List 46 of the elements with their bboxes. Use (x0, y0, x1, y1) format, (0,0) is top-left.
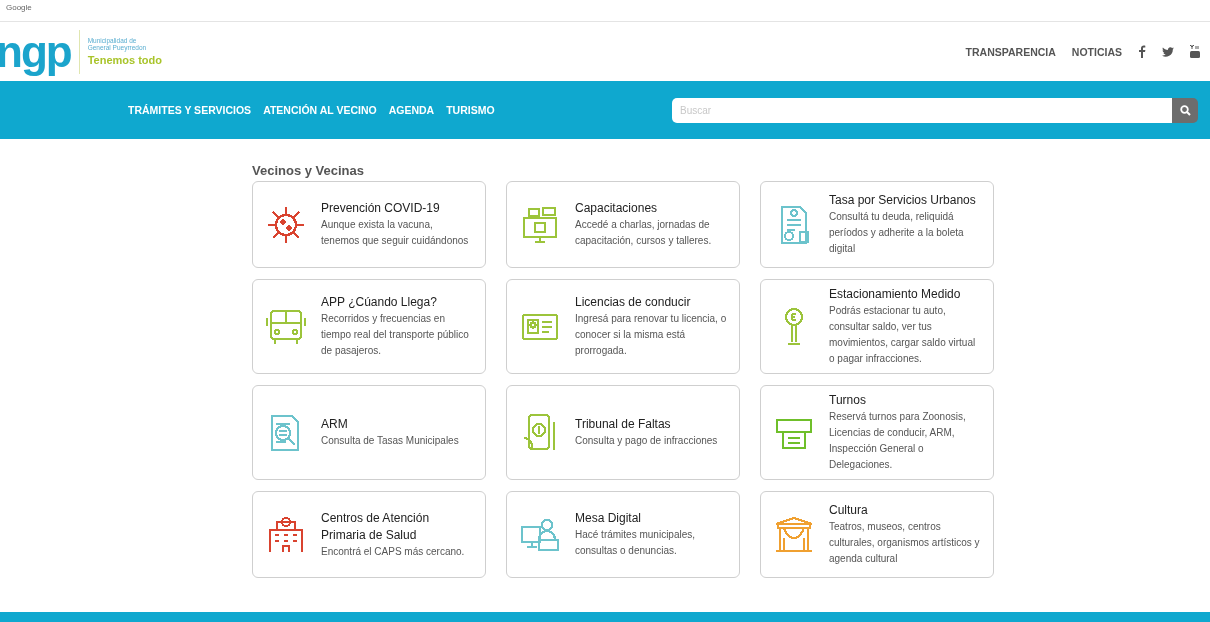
card-title: Capacitaciones (575, 200, 659, 217)
card-title: Centros de Atención Primaria de Salud (321, 509, 431, 544)
card-title: Tribunal de Faltas (575, 416, 672, 433)
card-title: APP ¿Cúando Llega? (321, 294, 438, 311)
service-card[interactable]: Turnos Reservá turnos para Zoonosis, Licencias de conducir, ARM, Inspección General o Delegaciones. (760, 385, 994, 480)
service-card[interactable]: Estacionamiento Medido Podrás estacionar tu auto, consultar saldo, ver tus movimientos, cargar saldo virtual o pagar infracciones. (760, 279, 994, 374)
twitter-icon[interactable] (1162, 46, 1174, 57)
service-card[interactable]: Prevención COVID-19 Aunque exista la vacuna, tenemos que seguir cuidándonos (252, 181, 486, 268)
card-title: Turnos (829, 392, 867, 409)
card-title: Mesa Digital (575, 510, 643, 527)
service-card[interactable]: Centros de Atención Primaria de Salud Encontrá el CAPS más cercano. (252, 491, 486, 578)
service-card[interactable]: Licencias de conducir Ingresá para renovar tu licencia, o conocer si la misma está prorrogada. (506, 279, 740, 374)
card-title: Tasa por Servicios Urbanos (829, 192, 977, 209)
card-title: Cultura (829, 502, 869, 519)
facebook-icon[interactable] (1138, 45, 1146, 58)
card-description: Aunque exista la vacuna, tenemos que seguir cuidándonos (321, 218, 470, 248)
logo-slogan: Tenemos todo (87, 54, 162, 66)
card-description: Hacé trámites municipales, consultas o denuncias. (575, 528, 697, 558)
youtube-icon[interactable] (1190, 45, 1200, 58)
service-card[interactable]: Tasa por Servicios Urbanos Consultá tu deuda, reliquidá períodos y adherite a la boleta digital (760, 181, 994, 268)
card-title: Estacionamiento Medido (829, 286, 962, 303)
card-description: Consulta y pago de infracciones (575, 434, 719, 448)
service-card[interactable]: Capacitaciones Accedé a charlas, jornadas de capacitación, cursos y talleres. (506, 181, 740, 268)
card-description: Reservá turnos para Zoonosis, Licencias de conducir, ARM, Inspección General o Delegaciones. (829, 410, 967, 472)
card-title: Licencias de conducir (575, 294, 692, 311)
card-description: Ingresá para renovar tu licencia, o conocer si la misma está prorrogada. (575, 312, 727, 358)
service-card[interactable]: ARM Consulta de Tasas Municipales (252, 385, 486, 480)
header-link[interactable]: NOTICIAS (1071, 45, 1122, 58)
header-link[interactable]: TRANSPARENCIA (965, 45, 1056, 58)
card-description: Recorridos y frecuencias en tiempo real del transporte público de pasajeros. (321, 312, 470, 358)
browser-label: Google (6, 3, 32, 12)
service-card[interactable]: Cultura Teatros, museos, centros culturales, organismos artísticos y agenda cultural (760, 491, 994, 578)
card-title: Prevención COVID-19 (321, 200, 441, 217)
service-card[interactable]: APP ¿Cúando Llega? Recorridos y frecuencias en tiempo real del transporte público de pasajeros. (252, 279, 486, 374)
service-card[interactable]: Mesa Digital Hacé trámites municipales, consultas o denuncias. (506, 491, 740, 578)
search-icon (1179, 104, 1191, 116)
card-description: Podrás estacionar tu auto, consultar saldo, ver tus movimientos, cargar saldo virtual o pagar infracciones. (829, 304, 977, 366)
card-description: Teatros, museos, centros culturales, organismos artísticos y agenda cultural (829, 520, 981, 566)
card-title: ARM (321, 416, 349, 433)
card-description: Consultá tu deuda, reliquidá períodos y adherite a la boleta digital (829, 210, 965, 256)
card-description: Accedé a charlas, jornadas de capacitación, cursos y talleres. (575, 218, 713, 248)
card-description: Encontrá el CAPS más cercano. (321, 544, 466, 559)
service-card[interactable]: Tribunal de Faltas Consulta y pago de infracciones (506, 385, 740, 480)
card-description: Consulta de Tasas Municipales (321, 434, 460, 448)
section-title: Vecinos y Vecinas (252, 163, 366, 178)
search-button[interactable] (1172, 97, 1198, 123)
